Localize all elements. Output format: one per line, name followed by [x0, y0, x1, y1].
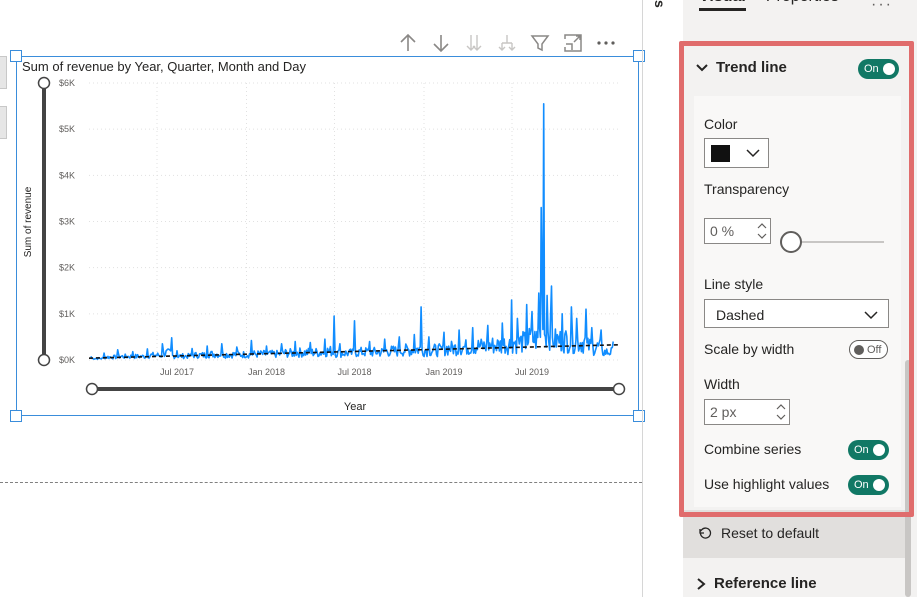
arrow-up-icon[interactable] — [396, 31, 420, 55]
width-label: Width — [704, 376, 740, 392]
toggle-knob — [854, 345, 864, 355]
pane-more-icon[interactable]: ··· — [871, 0, 893, 14]
reset-label: Reset to default — [721, 525, 820, 541]
x-tick-label: Jul 2017 — [160, 367, 194, 377]
chart-title: Sum of revenue by Year, Quarter, Month a… — [22, 59, 307, 74]
chevron-down-icon — [696, 63, 708, 71]
visualizations-pane-tab[interactable] — [0, 106, 7, 139]
filter-icon[interactable] — [528, 31, 552, 55]
spin-arrows-icon[interactable] — [756, 220, 768, 242]
expand-hierarchy-icon[interactable] — [495, 31, 519, 55]
transparency-input[interactable]: 0 % — [704, 218, 771, 244]
width-input[interactable]: 2 px — [704, 399, 790, 425]
combine-series-label: Combine series — [704, 441, 802, 457]
y-tick-label: $4K — [59, 170, 75, 180]
trend-line-expander[interactable]: Trend line — [694, 59, 787, 76]
y-tick-label: $1K — [59, 309, 75, 319]
pane-divider — [642, 0, 643, 597]
reset-to-default-button[interactable]: Reset to default — [697, 525, 819, 541]
trend-line-title: Trend line — [716, 59, 787, 76]
pane-tabs: Visual Properties — [699, 0, 839, 11]
reference-line-card-header: Reference line — [683, 560, 911, 597]
use-highlight-toggle[interactable]: On — [848, 475, 889, 495]
trend-line-card-body: Color Transparency 0 % Line style Dashed… — [694, 96, 901, 507]
line-style-value: Dashed — [716, 307, 765, 323]
chevron-right-icon — [697, 577, 706, 590]
y-axis-title: Sum of revenue — [23, 186, 34, 257]
toggle-knob — [873, 444, 885, 456]
focus-mode-icon[interactable] — [561, 31, 585, 55]
color-label: Color — [704, 116, 738, 132]
x-tick-label: Jan 2019 — [425, 367, 462, 377]
y-tick-label: $3K — [59, 217, 75, 227]
width-value: 2 px — [710, 404, 737, 420]
line-style-dropdown[interactable]: Dashed — [704, 299, 889, 328]
scale-by-width-toggle-label: Off — [867, 343, 882, 356]
double-arrow-down-icon[interactable] — [462, 31, 486, 55]
trend-line-card-header: Trend line On — [683, 44, 911, 96]
reset-icon — [699, 527, 712, 539]
transparency-slider[interactable] — [780, 230, 888, 254]
slider-track — [788, 241, 884, 243]
scale-by-width-label: Scale by width — [704, 341, 795, 357]
toggle-knob — [883, 63, 895, 75]
chart-plot: $0K $1K $2K $3K $4K $5K $6K Jul 2017 Jan 2018 Jul… — [23, 76, 626, 413]
slider-thumb[interactable] — [780, 231, 802, 253]
use-highlight-toggle-label: On — [854, 479, 869, 491]
filter-pane-tab[interactable] — [0, 56, 7, 89]
collapsed-pane-label[interactable]: s — [652, 0, 668, 8]
tab-properties[interactable]: Properties — [766, 0, 839, 11]
x-zoom-handle-right — [612, 382, 626, 396]
y-zoom-handle-bottom — [37, 353, 51, 367]
arrow-down-icon[interactable] — [429, 31, 453, 55]
scale-by-width-toggle[interactable]: Off — [849, 340, 888, 359]
line-style-label: Line style — [704, 276, 764, 292]
use-highlight-label: Use highlight values — [704, 476, 830, 492]
x-tick-label: Jul 2018 — [337, 367, 371, 377]
x-tick-label: Jul 2019 — [515, 367, 549, 377]
more-options-icon[interactable] — [594, 31, 618, 55]
reference-line-expander[interactable]: Reference line — [694, 575, 817, 592]
chevron-down-icon — [864, 311, 878, 320]
combine-series-toggle-label: On — [854, 444, 869, 456]
trend-line-toggle-label: On — [864, 63, 879, 75]
tab-visual[interactable]: Visual — [699, 0, 746, 11]
y-zoom-handle-top — [37, 76, 51, 90]
y-tick-label: $5K — [59, 124, 75, 134]
chevron-down-icon — [746, 149, 760, 158]
spin-arrows-icon[interactable] — [775, 401, 787, 423]
x-tick-label: Jan 2018 — [248, 367, 285, 377]
visual-header — [396, 30, 618, 56]
combine-series-toggle[interactable]: On — [848, 440, 889, 460]
trend-line-toggle[interactable]: On — [858, 59, 899, 79]
color-swatch — [711, 144, 730, 162]
reference-line-title: Reference line — [714, 575, 817, 592]
transparency-value: 0 % — [710, 223, 735, 239]
x-axis-title: Year — [344, 401, 367, 413]
y-tick-label: $6K — [59, 78, 75, 88]
transparency-label: Transparency — [704, 181, 790, 197]
revenue-series-line — [90, 102, 614, 361]
y-tick-label: $2K — [59, 263, 75, 273]
format-pane: Visual Properties ··· Trend line On Colo… — [683, 0, 917, 597]
x-zoom-handle-left — [85, 382, 99, 396]
color-picker-button[interactable] — [704, 138, 769, 168]
line-chart-visual[interactable]: $0K $1K $2K $3K $4K $5K $6K Jul 2017 Jan 2018 Jul… — [10, 50, 645, 422]
page-boundary — [0, 482, 642, 483]
y-tick-label: $0K — [59, 355, 75, 365]
reset-row: Reset to default — [683, 510, 911, 558]
report-canvas: $0K $1K $2K $3K $4K $5K $6K Jul 2017 Jan 2018 Jul… — [0, 0, 645, 597]
toggle-knob — [873, 479, 885, 491]
pane-scrollbar[interactable] — [905, 360, 911, 597]
